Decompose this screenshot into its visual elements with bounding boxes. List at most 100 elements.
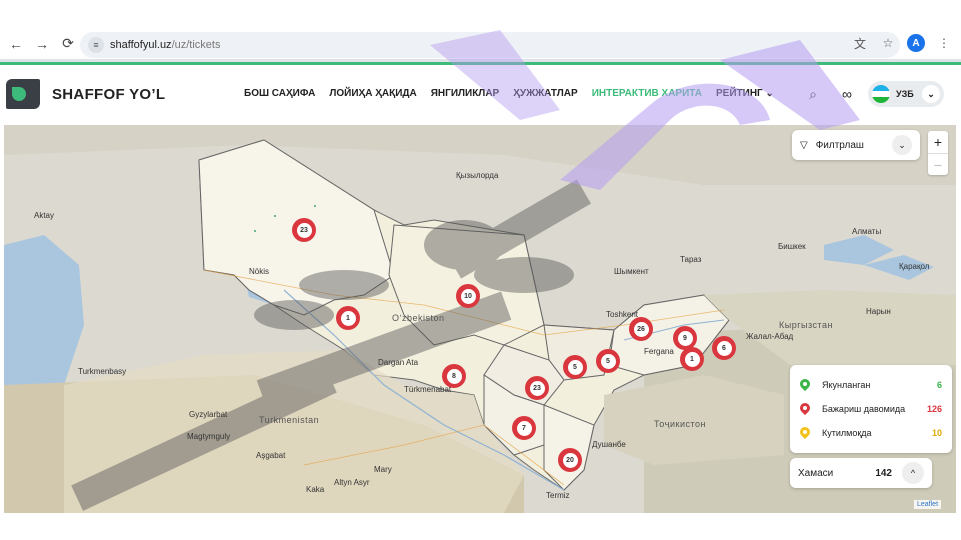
marker-count: 1 <box>684 351 700 367</box>
map-label-city: Kaka <box>306 485 325 494</box>
chevron-up-icon[interactable]: ^ <box>902 462 924 484</box>
language-selector[interactable]: УЗБ ⌄ <box>868 81 944 107</box>
main-nav: БОШ САҲИФА ЛОЙИҲА ҲАҚИДА ЯНГИЛИКЛАР ҲУЖЖ… <box>244 88 774 99</box>
zoom-control: + − <box>928 131 948 175</box>
map-label-city: Magtymguly <box>187 432 231 441</box>
ticket-cluster-marker[interactable]: 26 <box>629 317 653 341</box>
marker-count: 26 <box>633 321 649 337</box>
leaflet-attribution[interactable]: Leaflet <box>917 501 938 508</box>
chevron-down-icon: ⌄ <box>922 85 940 103</box>
interactive-map[interactable]: Nökis Toshkent Шымкент Тараз Бишкек Алма… <box>4 125 956 513</box>
legend-row-in-progress[interactable]: Бажариш давомида 126 <box>800 397 942 421</box>
bookmark-star-icon[interactable]: ☆ <box>879 36 897 50</box>
filter-dropdown[interactable]: ▽ Филтрлаш ⌄ <box>792 130 920 160</box>
filter-icon: ▽ <box>800 139 808 151</box>
ticket-cluster-marker[interactable]: 6 <box>712 336 736 360</box>
uzbek-flag-icon <box>872 85 890 103</box>
browser-toolbar: ← → ⟳ ≡ shaffofyul.uz/uz/tickets 文 ☆ A ⋮ <box>0 28 961 62</box>
nav-rating[interactable]: РЕЙТИНГ ⌄ <box>716 88 774 99</box>
marker-count: 6 <box>716 340 732 356</box>
map-label-country: Тоҷикистон <box>654 419 706 429</box>
marker-count: 23 <box>529 380 545 396</box>
site-info-icon[interactable]: ≡ <box>88 37 104 53</box>
map-pin-icon <box>800 403 810 415</box>
ticket-cluster-marker[interactable]: 23 <box>292 218 316 242</box>
legend-row-completed[interactable]: Якунланган 6 <box>800 373 942 397</box>
map-label-city: Нарын <box>866 307 891 316</box>
map-label-country: Кыргызстан <box>779 320 833 330</box>
back-arrow-icon[interactable]: ← <box>6 34 26 54</box>
marker-count: 9 <box>677 330 693 346</box>
legend-count: 10 <box>931 428 942 438</box>
address-bar[interactable]: ≡ shaffofyul.uz/uz/tickets <box>80 32 900 58</box>
ticket-cluster-marker[interactable]: 1 <box>336 306 360 330</box>
ticket-cluster-marker[interactable]: 1 <box>680 347 704 371</box>
map-label-country: Turkmenistan <box>259 415 320 425</box>
map-label-city: Turkmenbasy <box>78 367 127 376</box>
nav-interactive-map[interactable]: ИНТЕРАКТИВ ХАРИТА <box>592 88 702 99</box>
status-legend: Якунланган 6 Бажариш давомида 126 Кутилм… <box>790 365 952 453</box>
zoom-out-button[interactable]: − <box>928 153 948 175</box>
total-label: Хамаси <box>798 467 834 479</box>
map-label-city: Fergana <box>644 347 674 356</box>
site-header: SHAFFOF YO’L БОШ САҲИФА ЛОЙИҲА ҲАҚИДА ЯН… <box>0 65 961 125</box>
browser-actions: 文 ☆ A ⋮ <box>851 34 953 52</box>
map-label-city: Душанбе <box>592 440 626 449</box>
legend-label: Кутилмоқда <box>822 428 872 438</box>
ticket-cluster-marker[interactable]: 23 <box>525 376 549 400</box>
site-logo[interactable]: SHAFFOF YO’L <box>6 79 165 109</box>
url-path: /uz/tickets <box>171 39 221 51</box>
nav-about[interactable]: ЛОЙИҲА ҲАҚИДА <box>329 88 416 99</box>
page: ← → ⟳ ≡ shaffofyul.uz/uz/tickets 文 ☆ A ⋮… <box>0 0 961 540</box>
ticket-cluster-marker[interactable]: 10 <box>456 284 480 308</box>
map-label-city: Dargan Ata <box>378 358 419 367</box>
legend-label: Бажариш давомида <box>822 404 906 414</box>
marker-count: 5 <box>567 359 583 375</box>
ticket-cluster-marker[interactable]: 7 <box>512 416 536 440</box>
nav-news[interactable]: ЯНГИЛИКЛАР <box>431 88 499 99</box>
reload-icon[interactable]: ⟳ <box>58 34 78 54</box>
map-attribution[interactable]: Leaflet <box>914 500 942 509</box>
marker-count: 23 <box>296 222 312 238</box>
map-label-city: Бишкек <box>778 242 806 251</box>
map-label-city: Altyn Asyr <box>334 478 370 487</box>
map-pin-icon <box>800 427 810 439</box>
map-label-city: Türkmenabat <box>404 385 452 394</box>
zoom-in-button[interactable]: + <box>928 131 948 153</box>
legend-label: Якунланган <box>822 380 871 390</box>
total-summary: Хамаси 142 ^ <box>790 458 932 488</box>
legend-count: 126 <box>926 404 942 414</box>
legend-row-pending[interactable]: Кутилмоқда 10 <box>800 421 942 445</box>
glasses-icon[interactable]: ∞ <box>834 81 860 107</box>
map-label-city: Қызылорда <box>456 171 499 180</box>
filter-label: Филтрлаш <box>815 139 864 151</box>
logo-mark-icon <box>6 79 40 109</box>
map-label-city: Тараз <box>680 255 702 264</box>
forward-arrow-icon[interactable]: → <box>32 34 52 54</box>
marker-count: 5 <box>600 353 616 369</box>
nav-rating-label: РЕЙТИНГ <box>716 88 763 99</box>
ticket-cluster-marker[interactable]: 5 <box>563 355 587 379</box>
nav-home[interactable]: БОШ САҲИФА <box>244 88 315 99</box>
url-host: shaffofyul.uz <box>110 39 172 51</box>
legend-count: 6 <box>936 380 942 390</box>
ticket-cluster-marker[interactable]: 5 <box>596 349 620 373</box>
chevron-down-icon: ⌄ <box>765 88 774 99</box>
map-pin-icon <box>800 379 810 391</box>
map-label-city: Toshkent <box>606 310 639 319</box>
kebab-menu-icon[interactable]: ⋮ <box>935 36 953 50</box>
ticket-cluster-marker[interactable]: 20 <box>558 448 582 472</box>
map-label-city: Nökis <box>249 267 270 276</box>
map-label-city: Шымкент <box>614 267 649 276</box>
total-value: 142 <box>875 467 892 479</box>
search-icon[interactable]: ⌕ <box>800 81 826 107</box>
profile-avatar[interactable]: A <box>907 34 925 52</box>
map-label-country: Oʻzbekiston <box>392 313 445 323</box>
logo-text: SHAFFOF YO’L <box>52 85 166 103</box>
header-tools: ⌕ ∞ УЗБ ⌄ <box>800 81 944 107</box>
translate-icon[interactable]: 文 <box>851 35 869 52</box>
map-label-city: Жалал-Абад <box>746 332 794 341</box>
map-label-city: Aktay <box>34 211 55 220</box>
ticket-cluster-marker[interactable]: 8 <box>442 364 466 388</box>
nav-documents[interactable]: ҲУЖЖАТЛАР <box>513 88 577 99</box>
